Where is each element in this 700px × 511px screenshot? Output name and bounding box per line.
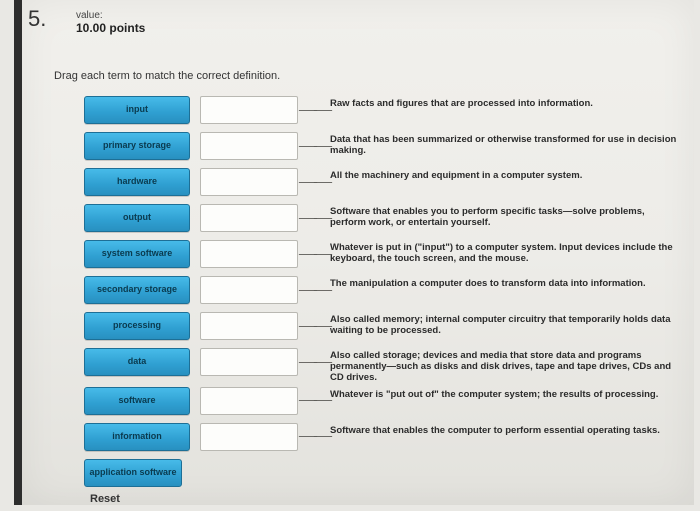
drop-slot[interactable]	[200, 240, 298, 268]
definition-text: The manipulation a computer does to tran…	[330, 276, 650, 290]
definition-text: Also called memory; internal computer ci…	[330, 312, 686, 337]
match-row: secondary storage —— The manipulation a …	[84, 276, 686, 309]
question-header: value: 10.00 points	[76, 10, 145, 35]
term-tile[interactable]: information	[84, 423, 190, 451]
connector-line: ——	[298, 348, 330, 374]
connector-line: ——	[298, 387, 330, 413]
connector-line: ——	[298, 96, 330, 122]
definition-text: Whatever is "put out of" the computer sy…	[330, 387, 662, 401]
term-tile[interactable]: hardware	[84, 168, 190, 196]
connector-line: ——	[298, 276, 330, 302]
term-tile[interactable]: software	[84, 387, 190, 415]
term-tile-extra[interactable]: application software	[84, 459, 182, 487]
definition-text: Raw facts and figures that are processed…	[330, 96, 597, 110]
definition-text: Whatever is put in ("input") to a comput…	[330, 240, 686, 265]
instructions-text: Drag each term to match the correct defi…	[54, 70, 280, 82]
connector-line: ——	[298, 240, 330, 266]
drop-slot[interactable]	[200, 96, 298, 124]
definition-text: Also called storage; devices and media t…	[330, 348, 686, 384]
definition-text: Software that enables the computer to pe…	[330, 423, 664, 437]
drop-slot[interactable]	[200, 168, 298, 196]
term-tile[interactable]: input	[84, 96, 190, 124]
term-tile[interactable]: secondary storage	[84, 276, 190, 304]
term-tile[interactable]: processing	[84, 312, 190, 340]
drop-slot[interactable]	[200, 276, 298, 304]
connector-line: ——	[298, 204, 330, 230]
match-row: hardware —— All the machinery and equipm…	[84, 168, 686, 201]
drop-slot[interactable]	[200, 348, 298, 376]
match-row: processing —— Also called memory; intern…	[84, 312, 686, 345]
drop-slot[interactable]	[200, 387, 298, 415]
drop-slot[interactable]	[200, 312, 298, 340]
term-tile[interactable]: system software	[84, 240, 190, 268]
quiz-frame: 5. value: 10.00 points Drag each term to…	[14, 0, 694, 505]
drop-slot[interactable]	[200, 204, 298, 232]
match-row: data —— Also called storage; devices and…	[84, 348, 686, 384]
match-row: output —— Software that enables you to p…	[84, 204, 686, 237]
match-row: input —— Raw facts and figures that are …	[84, 96, 686, 129]
match-row: system software —— Whatever is put in ("…	[84, 240, 686, 273]
question-number: 5.	[20, 6, 54, 32]
reset-button[interactable]: Reset	[90, 493, 120, 505]
term-tile[interactable]: primary storage	[84, 132, 190, 160]
match-row: information —— Software that enables the…	[84, 423, 686, 456]
term-tile[interactable]: output	[84, 204, 190, 232]
drop-slot[interactable]	[200, 132, 298, 160]
matching-arena: input —— Raw facts and figures that are …	[84, 96, 686, 501]
term-tile[interactable]: data	[84, 348, 190, 376]
points-value: 10.00 points	[76, 22, 145, 36]
drop-slot[interactable]	[200, 423, 298, 451]
definition-text: Software that enables you to perform spe…	[330, 204, 686, 229]
match-row: primary storage —— Data that has been su…	[84, 132, 686, 165]
definition-text: All the machinery and equipment in a com…	[330, 168, 586, 182]
connector-line: ——	[298, 312, 330, 338]
connector-line: ——	[298, 168, 330, 194]
connector-line: ——	[298, 423, 330, 449]
value-label: value:	[76, 10, 145, 22]
match-row: software —— Whatever is "put out of" the…	[84, 387, 686, 420]
connector-line: ——	[298, 132, 330, 158]
definition-text: Data that has been summarized or otherwi…	[330, 132, 686, 157]
